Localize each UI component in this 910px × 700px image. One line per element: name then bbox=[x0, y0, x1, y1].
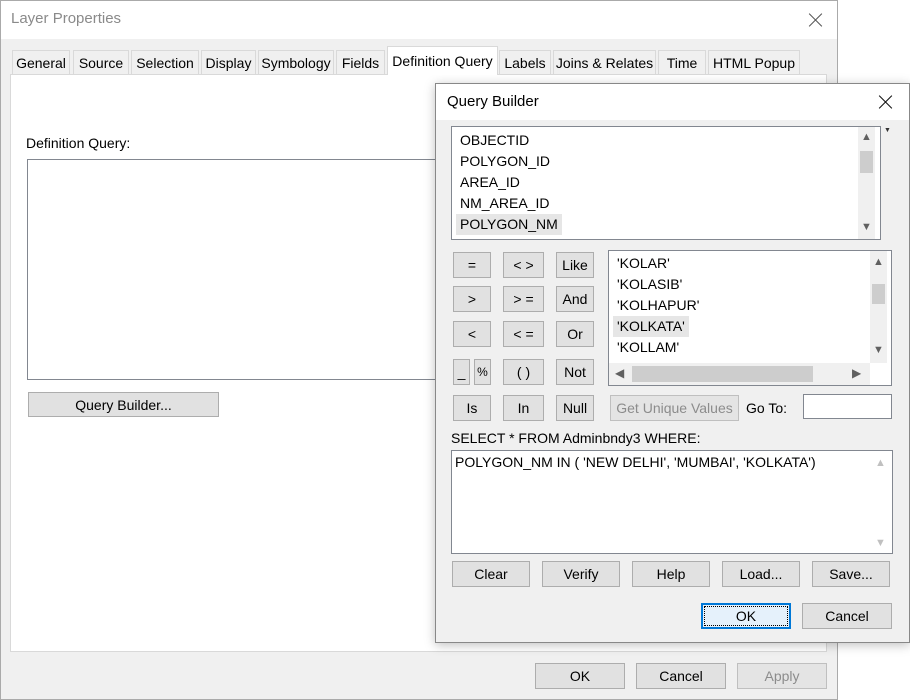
parentheses-button[interactable]: ( ) bbox=[503, 359, 544, 385]
scroll-thumb[interactable] bbox=[872, 284, 885, 304]
chevron-down-icon: ▼ bbox=[875, 537, 886, 549]
chevron-down-icon[interactable]: ▼ bbox=[858, 221, 875, 233]
fields-scrollbar[interactable]: ▲ ▼ bbox=[858, 127, 875, 239]
equals-button[interactable]: = bbox=[453, 252, 491, 278]
greater-than-button[interactable]: > bbox=[453, 286, 491, 312]
fields-list[interactable]: OBJECTID POLYGON_ID AREA_ID NM_AREA_ID P… bbox=[451, 126, 881, 240]
chevron-left-icon[interactable]: ◀ bbox=[615, 366, 624, 380]
unique-values-list[interactable]: 'KOLAR' 'KOLASIB' 'KOLHAPUR' 'KOLKATA' '… bbox=[608, 250, 892, 386]
null-button[interactable]: Null bbox=[556, 395, 594, 421]
layer-properties-titlebar bbox=[1, 1, 837, 39]
cancel-button[interactable]: Cancel bbox=[636, 663, 726, 689]
chevron-up-icon[interactable]: ▲ bbox=[858, 131, 875, 143]
chevron-up-icon: ▲ bbox=[875, 457, 886, 469]
goto-input[interactable] bbox=[803, 394, 892, 419]
load-button[interactable]: Load... bbox=[722, 561, 800, 587]
dropdown-arrow-icon[interactable]: ▼ bbox=[884, 127, 894, 137]
in-button[interactable]: In bbox=[503, 395, 544, 421]
save-button[interactable]: Save... bbox=[812, 561, 890, 587]
qb-ok-button[interactable]: OK bbox=[701, 603, 791, 629]
tab-html-popup[interactable]: HTML Popup bbox=[708, 50, 800, 74]
goto-label: Go To: bbox=[746, 400, 787, 416]
chevron-down-icon[interactable]: ▼ bbox=[870, 344, 887, 356]
qb-cancel-button[interactable]: Cancel bbox=[802, 603, 892, 629]
list-item[interactable]: POLYGON_ID bbox=[460, 151, 550, 172]
like-button[interactable]: Like bbox=[556, 252, 594, 278]
clear-button[interactable]: Clear bbox=[452, 561, 530, 587]
tab-general[interactable]: General bbox=[12, 50, 70, 74]
not-equal-button[interactable]: < > bbox=[503, 252, 544, 278]
list-item[interactable]: 'KOLHAPUR' bbox=[617, 295, 699, 316]
scroll-thumb[interactable] bbox=[632, 366, 813, 382]
and-button[interactable]: And bbox=[556, 286, 594, 312]
definition-query-textbox[interactable] bbox=[27, 159, 447, 380]
chevron-up-icon[interactable]: ▲ bbox=[870, 256, 887, 268]
chevron-right-icon[interactable]: ▶ bbox=[852, 366, 861, 380]
percent-button[interactable]: % bbox=[474, 359, 491, 385]
values-vertical-scrollbar[interactable]: ▲ ▼ bbox=[870, 251, 887, 363]
list-item[interactable]: NM_AREA_ID bbox=[460, 193, 549, 214]
query-builder-title: Query Builder bbox=[447, 93, 539, 110]
apply-button[interactable]: Apply bbox=[737, 663, 827, 689]
tab-time[interactable]: Time bbox=[658, 50, 706, 74]
window-title: Layer Properties bbox=[11, 10, 122, 27]
tab-fields[interactable]: Fields bbox=[336, 50, 385, 74]
list-item[interactable]: 'KOLAR' bbox=[617, 253, 670, 274]
tab-joins-relates[interactable]: Joins & Relates bbox=[553, 50, 656, 74]
greater-equal-button[interactable]: > = bbox=[503, 286, 544, 312]
list-item[interactable]: 'KOLLAM' bbox=[617, 337, 679, 358]
list-item[interactable]: OBJECTID bbox=[460, 130, 529, 151]
values-horizontal-scrollbar[interactable]: ◀ ▶ bbox=[609, 363, 870, 385]
less-equal-button[interactable]: < = bbox=[503, 321, 544, 347]
expression-textbox[interactable]: POLYGON_NM IN ( 'NEW DELHI', 'MUMBAI', '… bbox=[451, 450, 893, 554]
tab-display[interactable]: Display bbox=[201, 50, 256, 74]
underscore-button[interactable]: _ bbox=[453, 359, 470, 385]
tab-definition-query[interactable]: Definition Query bbox=[387, 46, 498, 75]
verify-button[interactable]: Verify bbox=[542, 561, 620, 587]
list-item-selected[interactable]: 'KOLKATA' bbox=[613, 316, 689, 337]
or-button[interactable]: Or bbox=[556, 321, 594, 347]
list-item-selected[interactable]: POLYGON_NM bbox=[456, 214, 562, 235]
list-item[interactable]: AREA_ID bbox=[460, 172, 520, 193]
tab-selection[interactable]: Selection bbox=[131, 50, 199, 74]
expression-text: POLYGON_NM IN ( 'NEW DELHI', 'MUMBAI', '… bbox=[455, 454, 816, 470]
is-button[interactable]: Is bbox=[453, 395, 491, 421]
help-button[interactable]: Help bbox=[632, 561, 710, 587]
get-unique-values-button[interactable]: Get Unique Values bbox=[610, 395, 739, 421]
not-button[interactable]: Not bbox=[556, 359, 594, 385]
tab-source[interactable]: Source bbox=[73, 50, 129, 74]
scroll-thumb[interactable] bbox=[860, 151, 873, 173]
query-builder-button[interactable]: Query Builder... bbox=[28, 392, 219, 417]
tab-labels[interactable]: Labels bbox=[499, 50, 551, 74]
close-icon[interactable] bbox=[806, 10, 826, 30]
close-icon[interactable] bbox=[876, 92, 896, 112]
select-statement-label: SELECT * FROM Adminbndy3 WHERE: bbox=[451, 430, 701, 446]
ok-button[interactable]: OK bbox=[535, 663, 625, 689]
definition-query-label: Definition Query: bbox=[26, 135, 131, 151]
list-item[interactable]: 'KOLASIB' bbox=[617, 274, 682, 295]
less-than-button[interactable]: < bbox=[453, 321, 491, 347]
tab-symbology[interactable]: Symbology bbox=[258, 50, 334, 74]
